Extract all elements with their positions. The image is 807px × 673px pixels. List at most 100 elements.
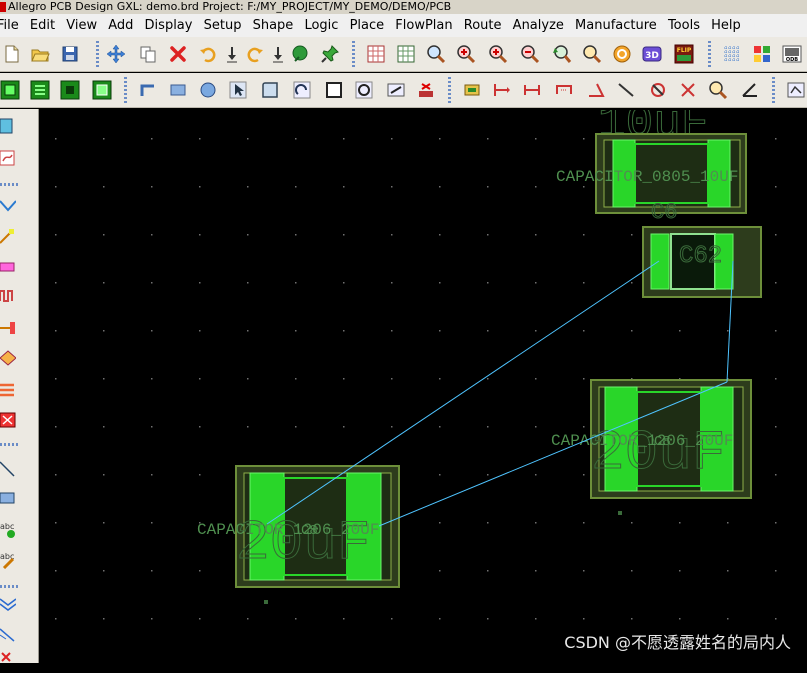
- design-canvas[interactable]: 10uF CAPACITOR_0805_10UF C6 C62 20uF CAP: [39, 110, 807, 663]
- menu-manufacture[interactable]: Manufacture: [572, 14, 660, 37]
- add-text-icon[interactable]: abc: [0, 521, 16, 539]
- serpentine-icon[interactable]: [0, 287, 16, 305]
- show-element-icon[interactable]: [786, 80, 806, 100]
- menu-analyze[interactable]: Analyze: [510, 14, 567, 37]
- diff-pair-icon[interactable]: [0, 595, 17, 613]
- select-pointer-icon[interactable]: [228, 80, 248, 100]
- line-icon[interactable]: [0, 459, 16, 477]
- shape-fill-icon[interactable]: [0, 381, 16, 399]
- down-arrow-icon[interactable]: [222, 44, 242, 64]
- menu-place[interactable]: Place: [347, 14, 388, 37]
- text-edit-icon[interactable]: [386, 80, 406, 100]
- save-icon[interactable]: [60, 44, 80, 64]
- grid-dot: [55, 426, 57, 428]
- grid-view-icon[interactable]: [396, 44, 416, 64]
- angle-icon[interactable]: [586, 80, 606, 100]
- odb-icon[interactable]: ODB: [782, 44, 802, 64]
- board-view[interactable]: 10uF CAPACITOR_0805_10UF C6 C62 20uF CAP: [39, 110, 807, 663]
- shape-edit-icon[interactable]: [260, 80, 280, 100]
- 3d-view-icon[interactable]: 3D: [642, 44, 662, 64]
- new-file-icon[interactable]: [2, 44, 22, 64]
- component-icon[interactable]: [462, 80, 482, 100]
- grid-dot: [439, 378, 441, 380]
- flip-icon[interactable]: FLIP: [674, 44, 694, 64]
- void-icon[interactable]: [0, 411, 16, 429]
- measure-zoom-icon[interactable]: [708, 80, 728, 100]
- redo-icon[interactable]: [245, 44, 265, 64]
- layer-green-icon[interactable]: [0, 80, 20, 100]
- layer-green-icon[interactable]: [92, 80, 112, 100]
- component-c-right[interactable]: 20uF CAPACITOR_1206_20UF C8: [551, 379, 752, 499]
- circle-icon[interactable]: [198, 80, 218, 100]
- menu-flowplan[interactable]: FlowPlan: [392, 14, 455, 37]
- undo-icon[interactable]: [198, 44, 218, 64]
- circle-outline-icon[interactable]: [354, 80, 374, 100]
- component-c-top[interactable]: 10uF CAPACITOR_0805_10UF C6: [556, 110, 747, 226]
- menu-view[interactable]: View: [63, 14, 100, 37]
- add-via-icon[interactable]: [0, 349, 17, 367]
- slide-icon[interactable]: [0, 625, 16, 643]
- zoom-in-icon[interactable]: [456, 44, 476, 64]
- rectangle-icon[interactable]: [168, 80, 188, 100]
- route-slide-icon[interactable]: [0, 149, 16, 167]
- arc-icon[interactable]: [292, 80, 312, 100]
- toolbar-separator: [0, 585, 18, 588]
- pad[interactable]: [650, 233, 670, 290]
- pin-icon[interactable]: [320, 44, 340, 64]
- copy-icon[interactable]: [138, 44, 158, 64]
- line-diag-icon[interactable]: [616, 80, 636, 100]
- menu-add[interactable]: Add: [105, 14, 136, 37]
- menu-tools[interactable]: Tools: [665, 14, 703, 37]
- layer-grid-icon[interactable]: [722, 44, 742, 64]
- menu-edit[interactable]: Edit: [27, 14, 58, 37]
- rect-outline-icon[interactable]: [0, 489, 16, 507]
- add-connect-icon[interactable]: [0, 117, 16, 135]
- zoom-out-icon[interactable]: [520, 44, 540, 64]
- down-arrow-icon[interactable]: [268, 44, 288, 64]
- zoom-in-icon[interactable]: [488, 44, 508, 64]
- 3d-shape-icon[interactable]: [290, 44, 310, 64]
- menu-help[interactable]: Help: [708, 14, 744, 37]
- menu-route[interactable]: Route: [461, 14, 505, 37]
- square-icon[interactable]: [324, 80, 344, 100]
- delay-tune-icon[interactable]: [0, 227, 16, 245]
- zoom-world-icon[interactable]: [582, 44, 602, 64]
- menu-display[interactable]: Display: [142, 14, 196, 37]
- zoom-fit-icon[interactable]: [426, 44, 446, 64]
- toolbar-separator: [96, 41, 99, 67]
- svg-text:FLIP: FLIP: [677, 47, 692, 54]
- menu-file[interactable]: File: [0, 14, 22, 37]
- color-icon[interactable]: [752, 44, 772, 64]
- delete-icon[interactable]: [168, 44, 188, 64]
- angle-measure-icon[interactable]: [740, 80, 760, 100]
- component-c-small[interactable]: C62: [642, 226, 762, 298]
- grid-dot: [247, 378, 249, 380]
- grid-dot: [775, 138, 777, 140]
- refresh-icon[interactable]: [612, 44, 632, 64]
- component-c-left[interactable]: 20uF CAPACITOR_1206_20UF C8: [197, 465, 400, 588]
- menu-shape[interactable]: Shape: [250, 14, 297, 37]
- edit-text-icon[interactable]: abc: [0, 551, 16, 570]
- layer-green-icon[interactable]: [60, 80, 80, 100]
- zoom-previous-icon[interactable]: [552, 44, 572, 64]
- delete-route-icon[interactable]: [0, 651, 16, 669]
- open-folder-icon[interactable]: [30, 44, 50, 64]
- cross-icon[interactable]: [678, 80, 698, 100]
- move-icon[interactable]: [106, 44, 126, 64]
- bus-route-icon[interactable]: [0, 257, 16, 275]
- component-label: CAPACITOR_0805_10UF: [556, 168, 738, 186]
- add-line-icon[interactable]: [138, 80, 158, 100]
- grid-dot: [583, 282, 585, 284]
- dimension-linear-icon[interactable]: [522, 80, 542, 100]
- grid-dot: [151, 474, 153, 476]
- dimension-chain-icon[interactable]: [554, 80, 574, 100]
- connect-pin-icon[interactable]: [0, 319, 16, 337]
- menu-setup[interactable]: Setup: [201, 14, 245, 37]
- grid-icon[interactable]: [366, 44, 386, 64]
- fanout-icon[interactable]: [0, 197, 17, 215]
- layer-green-icon[interactable]: [30, 80, 50, 100]
- delete-unrouted-icon[interactable]: [416, 80, 436, 100]
- dimension-icon[interactable]: [492, 80, 512, 100]
- no-measure-icon[interactable]: [648, 80, 668, 100]
- menu-logic[interactable]: Logic: [301, 14, 341, 37]
